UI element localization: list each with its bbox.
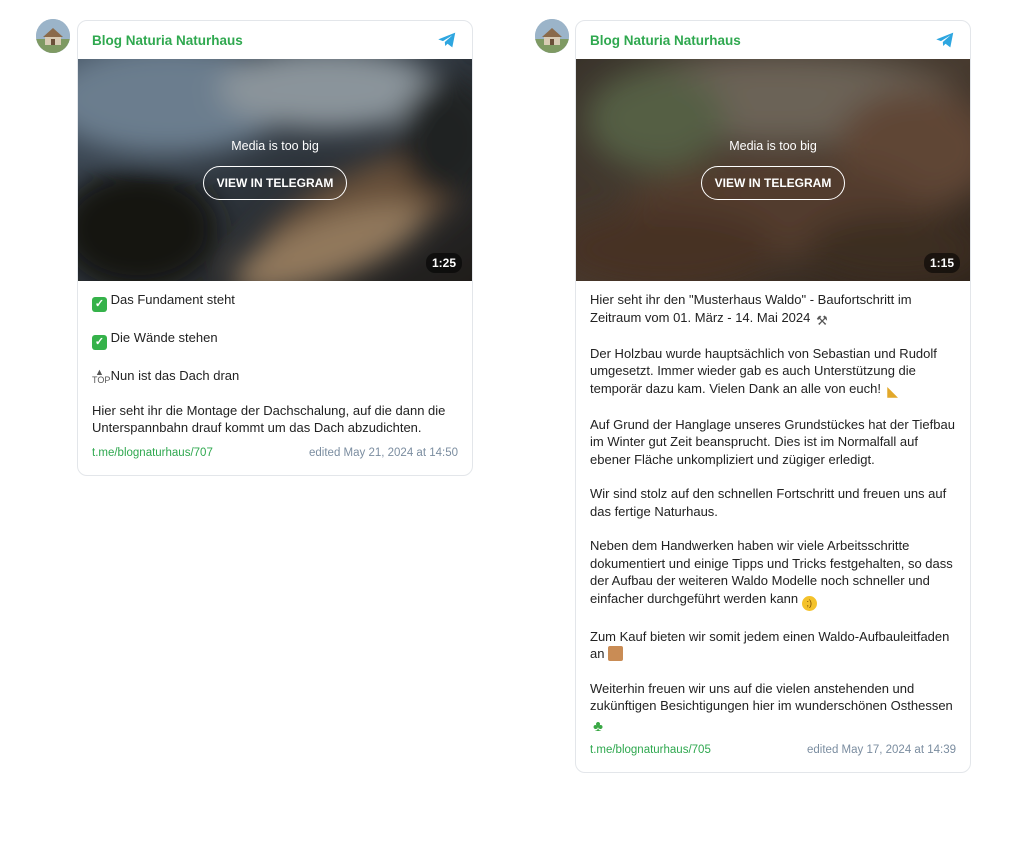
channel-name-link[interactable]: Blog Naturia Naturhaus xyxy=(92,33,243,48)
check-mark-icon: ✓ xyxy=(92,335,107,350)
video-preview: Media is too big VIEW IN TELEGRAM 1:25 xyxy=(78,59,472,281)
channel-avatar[interactable] xyxy=(36,19,70,53)
telegram-icon[interactable] xyxy=(934,29,956,51)
channel-name-link[interactable]: Blog Naturia Naturhaus xyxy=(590,33,741,48)
view-in-telegram-button[interactable]: VIEW IN TELEGRAM xyxy=(203,166,347,200)
hammer-pick-icon: ⚒ xyxy=(816,312,828,328)
post-paragraph: Hier seht ihr die Montage der Dachschalu… xyxy=(92,402,446,436)
view-in-telegram-button[interactable]: VIEW IN TELEGRAM xyxy=(701,166,845,200)
post-header: Blog Naturia Naturhaus xyxy=(78,21,472,59)
flexed-biceps-icon: ◣ xyxy=(887,382,898,399)
edited-timestamp: edited May 17, 2024 at 14:39 xyxy=(807,743,956,756)
media-too-big-message: Media is too big xyxy=(729,139,817,153)
post-text: Hier seht ihr den "Musterhaus Waldo" - B… xyxy=(576,281,970,734)
post-paragraph: Zum Kauf bieten wir somit jedem einen Wa… xyxy=(590,628,950,662)
edited-timestamp: edited May 21, 2024 at 14:50 xyxy=(309,446,458,459)
post-paragraph: Wir sind stolz auf den schnellen Fortsch… xyxy=(590,486,947,519)
telegram-icon[interactable] xyxy=(436,29,458,51)
post-line: Das Fundament steht xyxy=(110,292,235,307)
winking-face-icon: ;) xyxy=(801,595,817,611)
check-mark-icon: ✓ xyxy=(92,297,107,312)
post-footer: t.me/blognaturhaus/705 edited May 17, 20… xyxy=(576,734,970,772)
top-arrow-icon: ▲ TOP xyxy=(92,367,111,385)
video-duration-badge: 1:25 xyxy=(425,253,462,273)
post-card: Blog Naturia Naturhaus Media is too big … xyxy=(77,20,473,476)
post-permalink[interactable]: t.me/blognaturhaus/707 xyxy=(92,447,213,459)
scroll-icon xyxy=(608,646,624,661)
four-leaf-clover-icon: ♣ xyxy=(593,717,603,735)
post-paragraph: Neben dem Handwerken haben wir viele Arb… xyxy=(590,538,953,606)
post-card: Blog Naturia Naturhaus Media is too big … xyxy=(575,20,971,773)
post-paragraph: Auf Grund der Hanglage unseres Grundstüc… xyxy=(590,416,955,467)
post-footer: t.me/blognaturhaus/707 edited May 21, 20… xyxy=(78,437,472,475)
post-paragraph: Hier seht ihr den "Musterhaus Waldo" - B… xyxy=(590,292,912,325)
video-preview: Media is too big VIEW IN TELEGRAM 1:15 xyxy=(576,59,970,281)
post-paragraph: Weiterhin freuen wir uns auf die vielen … xyxy=(590,680,953,714)
video-duration-badge: 1:15 xyxy=(923,253,960,273)
post-line: Die Wände stehen xyxy=(110,330,218,345)
post-header: Blog Naturia Naturhaus xyxy=(576,21,970,59)
channel-avatar[interactable] xyxy=(535,19,569,53)
post-text: ✓ Das Fundament steht ✓ Die Wände stehen… xyxy=(78,281,472,437)
media-too-big-message: Media is too big xyxy=(231,139,319,153)
post-permalink[interactable]: t.me/blognaturhaus/705 xyxy=(590,744,711,756)
post-line: Nun ist das Dach dran xyxy=(110,368,240,383)
